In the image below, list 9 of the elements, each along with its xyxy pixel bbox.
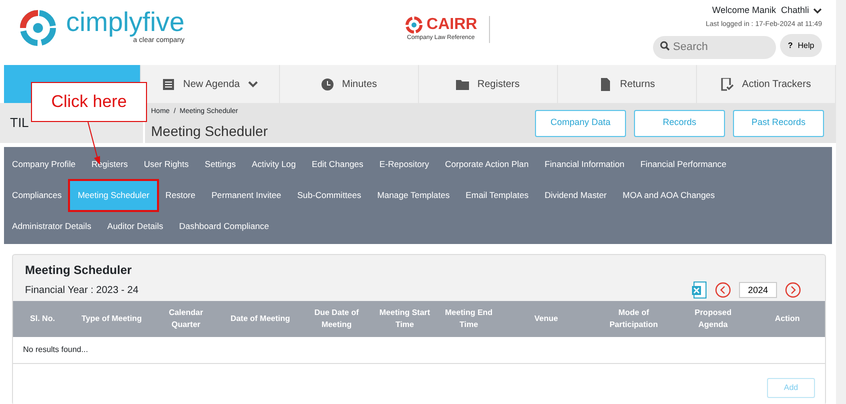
callout-tooltip: Click here: [31, 82, 147, 122]
company-name: TIL: [10, 114, 29, 132]
empty-message: No results found...: [23, 345, 88, 354]
brand-name: cimplyfive: [66, 9, 185, 36]
welcome-text: Welcome Manik Chathli: [712, 4, 809, 17]
financial-year: Financial Year : 2023 - 24: [25, 284, 138, 298]
panel-title: Meeting Scheduler: [24, 262, 133, 279]
cairr-title: CAIRR: [426, 17, 478, 33]
page-title: Meeting Scheduler: [151, 122, 268, 141]
